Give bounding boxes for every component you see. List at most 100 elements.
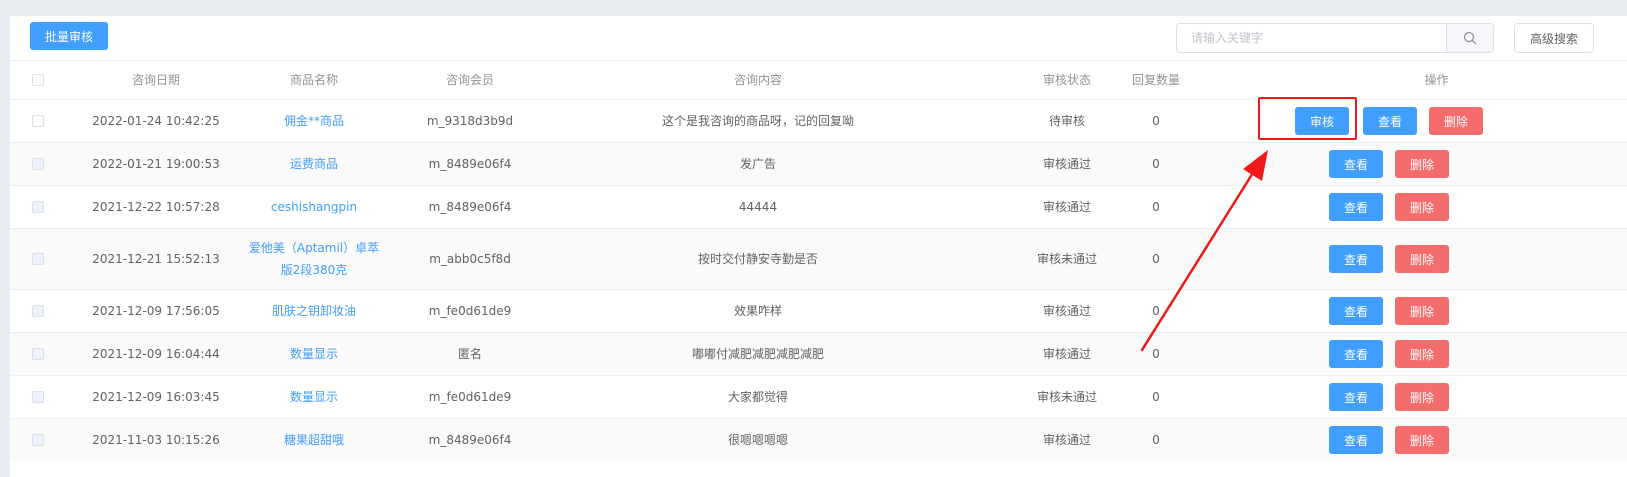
delete-button[interactable]: 删除 bbox=[1395, 297, 1449, 325]
cell-ops: 查看 删除 bbox=[1246, 290, 1627, 332]
view-button[interactable]: 查看 bbox=[1363, 107, 1417, 135]
delete-button[interactable]: 删除 bbox=[1429, 107, 1483, 135]
row-checkbox[interactable] bbox=[32, 434, 44, 446]
delete-button[interactable]: 删除 bbox=[1395, 426, 1449, 454]
view-button[interactable]: 查看 bbox=[1329, 426, 1383, 454]
cell-ops: 审核 查看 删除 bbox=[1246, 100, 1627, 142]
product-link[interactable]: 糖果超甜哦 bbox=[284, 429, 344, 451]
search-button[interactable] bbox=[1446, 24, 1493, 52]
table-row: 2022-01-21 19:00:53 运费商品 m_8489e06f4 发广告 审核通… bbox=[10, 142, 1627, 185]
row-checkbox[interactable] bbox=[32, 158, 44, 170]
cell-member: m_fe0d61de9 bbox=[428, 304, 512, 318]
cell-ops: 查看 删除 bbox=[1246, 419, 1627, 461]
cell-content: 效果咋样 bbox=[733, 304, 782, 318]
row-checkbox-cell bbox=[10, 100, 66, 142]
cell-date: 2022-01-21 19:00:53 bbox=[92, 157, 220, 171]
cell-date: 2021-12-09 17:56:05 bbox=[92, 304, 220, 318]
view-button[interactable]: 查看 bbox=[1329, 193, 1383, 221]
cell-member: m_8489e06f4 bbox=[428, 433, 512, 447]
cell-content: 大家都觉得 bbox=[727, 390, 788, 404]
row-checkbox[interactable] bbox=[32, 391, 44, 403]
view-button[interactable]: 查看 bbox=[1329, 383, 1383, 411]
row-checkbox-cell bbox=[10, 290, 66, 332]
cell-name[interactable]: 数量显示 bbox=[236, 333, 392, 375]
cell-member: m_8489e06f4 bbox=[428, 200, 512, 214]
review-button[interactable]: 审核 bbox=[1295, 107, 1349, 135]
cell-count: 0 bbox=[1152, 347, 1160, 361]
cell-date: 2021-12-21 15:52:13 bbox=[92, 252, 220, 266]
cell-content: 发广告 bbox=[739, 157, 776, 171]
product-link[interactable]: 爱他美（Aptamil）卓萃版2段380克 bbox=[245, 237, 383, 281]
cell-date: 2021-12-09 16:04:44 bbox=[92, 347, 220, 361]
header-member: 咨询会员 bbox=[445, 73, 494, 87]
product-link[interactable]: 肌肤之钥卸妆油 bbox=[272, 300, 356, 322]
view-button[interactable]: 查看 bbox=[1329, 245, 1383, 273]
product-link[interactable]: 数量显示 bbox=[290, 386, 338, 408]
cell-name[interactable]: 爱他美（Aptamil）卓萃版2段380克 bbox=[236, 229, 392, 289]
header-ops: 操作 bbox=[1424, 73, 1449, 87]
cell-ops: 查看 删除 bbox=[1246, 143, 1627, 185]
cell-ops: 查看 删除 bbox=[1246, 333, 1627, 375]
cell-count: 0 bbox=[1152, 200, 1160, 214]
cell-content: 44444 bbox=[738, 200, 778, 214]
cell-content: 很嗯嗯嗯嗯 bbox=[727, 433, 788, 447]
row-checkbox-cell bbox=[10, 333, 66, 375]
batch-review-button[interactable]: 批量审核 bbox=[30, 22, 108, 50]
header-checkbox-cell bbox=[10, 61, 66, 99]
cell-name[interactable]: ceshishangpin bbox=[236, 186, 392, 228]
delete-button[interactable]: 删除 bbox=[1395, 245, 1449, 273]
search-input[interactable] bbox=[1177, 24, 1446, 52]
cell-name[interactable]: 糖果超甜哦 bbox=[236, 419, 392, 461]
consult-list-panel: 批量审核 高级搜索 咨询日期 商品名称 咨询会员 咨询内容 审核状态 回复数量 … bbox=[10, 16, 1627, 477]
table-row: 2021-12-09 17:56:05 肌肤之钥卸妆油 m_fe0d61de9 效果咋… bbox=[10, 289, 1627, 332]
header-date: 咨询日期 bbox=[131, 73, 180, 87]
delete-button[interactable]: 删除 bbox=[1395, 193, 1449, 221]
cell-count: 0 bbox=[1152, 157, 1160, 171]
row-checkbox[interactable] bbox=[32, 201, 44, 213]
table-row: 2022-01-24 10:42:25 佣金**商品 m_9318d3b9d 这个是我… bbox=[10, 99, 1627, 142]
cell-member: m_fe0d61de9 bbox=[428, 390, 512, 404]
row-checkbox-cell bbox=[10, 186, 66, 228]
cell-name[interactable]: 数量显示 bbox=[236, 376, 392, 418]
header-count: 回复数量 bbox=[1131, 73, 1180, 87]
cell-name[interactable]: 佣金**商品 bbox=[236, 100, 392, 142]
product-link[interactable]: 佣金**商品 bbox=[284, 110, 344, 132]
product-link[interactable]: 运费商品 bbox=[290, 153, 338, 175]
cell-name[interactable]: 运费商品 bbox=[236, 143, 392, 185]
header-name: 商品名称 bbox=[289, 73, 338, 87]
cell-name[interactable]: 肌肤之钥卸妆油 bbox=[236, 290, 392, 332]
consult-table: 咨询日期 商品名称 咨询会员 咨询内容 审核状态 回复数量 操作 2022-01… bbox=[10, 60, 1627, 461]
row-checkbox[interactable] bbox=[32, 305, 44, 317]
cell-count: 0 bbox=[1152, 252, 1160, 266]
cell-content: 嘟嘟付减肥减肥减肥减肥 bbox=[691, 347, 824, 361]
product-link[interactable]: ceshishangpin bbox=[271, 196, 357, 218]
view-button[interactable]: 查看 bbox=[1329, 297, 1383, 325]
cell-date: 2022-01-24 10:42:25 bbox=[92, 114, 220, 128]
search-icon bbox=[1463, 31, 1477, 45]
row-checkbox[interactable] bbox=[32, 348, 44, 360]
view-button[interactable]: 查看 bbox=[1329, 150, 1383, 178]
row-checkbox-cell bbox=[10, 229, 66, 289]
cell-ops: 查看 删除 bbox=[1246, 229, 1627, 289]
table-row: 2021-12-09 16:03:45 数量显示 m_fe0d61de9 大家都觉得审… bbox=[10, 375, 1627, 418]
select-all-checkbox[interactable] bbox=[32, 74, 44, 86]
cell-count: 0 bbox=[1152, 433, 1160, 447]
delete-button[interactable]: 删除 bbox=[1395, 383, 1449, 411]
table-row: 2021-12-22 10:57:28 ceshishangpin m_8489e0… bbox=[10, 185, 1627, 228]
product-link[interactable]: 数量显示 bbox=[290, 343, 338, 365]
cell-date: 2021-11-03 10:15:26 bbox=[92, 433, 220, 447]
cell-count: 0 bbox=[1152, 304, 1160, 318]
cell-content: 这个是我咨询的商品呀，记的回复呦 bbox=[661, 114, 854, 128]
delete-button[interactable]: 删除 bbox=[1395, 340, 1449, 368]
cell-ops: 查看 删除 bbox=[1246, 376, 1627, 418]
advanced-search-button[interactable]: 高级搜索 bbox=[1514, 23, 1594, 53]
delete-button[interactable]: 删除 bbox=[1395, 150, 1449, 178]
cell-date: 2021-12-22 10:57:28 bbox=[92, 200, 220, 214]
header-content: 咨询内容 bbox=[733, 73, 782, 87]
cell-member: m_8489e06f4 bbox=[428, 157, 512, 171]
view-button[interactable]: 查看 bbox=[1329, 340, 1383, 368]
cell-count: 0 bbox=[1152, 390, 1160, 404]
row-checkbox[interactable] bbox=[32, 115, 44, 127]
row-checkbox[interactable] bbox=[32, 253, 44, 265]
table-row: 2021-11-03 10:15:26 糖果超甜哦 m_8489e06f4 很嗯嗯嗯嗯… bbox=[10, 418, 1627, 461]
